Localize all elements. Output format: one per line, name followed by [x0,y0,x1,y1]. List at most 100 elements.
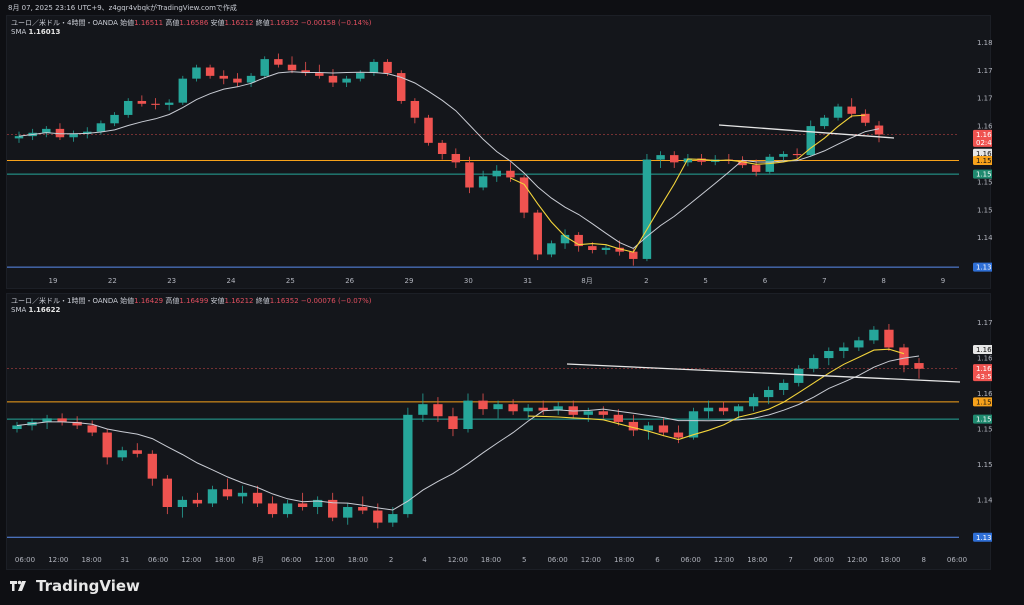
x-axis-tick: 12:00 [181,556,201,564]
y-axis-tick: 1.14500 [977,496,992,504]
candle-body [207,489,218,504]
x-axis-tick: 29 [405,277,414,285]
price-tag-text: 1.15640 [976,171,992,179]
y-axis-tick: 1.15000 [977,206,992,214]
candle-body [765,156,775,172]
candle-body [583,411,593,415]
candle-body [42,418,52,422]
candle-body [132,450,142,454]
open-value: 1.16511 [134,19,164,27]
x-axis-tick: 30 [464,277,473,285]
candle-body [794,368,804,383]
y-axis-tick: 1.16500 [977,355,992,363]
x-axis-tick: 6 [655,556,660,564]
candle-body [274,59,283,65]
candle-body [410,100,420,118]
x-axis-tick: 18:00 [614,556,634,564]
candle-body [642,159,652,259]
candle-body [493,404,503,410]
candle-body [628,421,639,431]
x-axis-tick: 31 [523,277,532,285]
sma-legend-1h[interactable]: SMA 1.16622 [11,306,60,314]
candle-body [718,407,729,412]
yellow-curve [528,348,905,441]
sma-legend-4h[interactable]: SMA 1.16013 [11,28,60,36]
sma-line [16,355,920,511]
candle-body [673,432,684,438]
x-axis-tick: 8 [881,277,885,285]
candle-body [388,514,398,523]
x-axis-tick: 12:00 [448,556,468,564]
x-axis-tick: 7 [788,556,792,564]
chart-canvas-1h[interactable]: 1.17000 1.16500 1.16000 1.15500 1.15000 1.145… [7,294,992,571]
candle-body [656,155,665,160]
x-axis-tick: 7 [822,277,826,285]
candle-body [869,329,879,341]
tradingview-logo-icon [10,580,26,591]
price-tag-text: 1.15883 [976,398,992,406]
x-axis-tick: 4 [422,556,427,564]
candle-body [260,59,269,76]
candle-body [588,246,597,250]
candle-body [178,78,188,103]
candle-body [252,492,263,504]
candle-body [751,165,761,172]
candle-body [779,382,789,390]
candle-body [383,61,392,74]
candle-body [874,125,884,135]
candle-body [463,400,473,429]
candle-body [914,363,924,369]
x-axis-tick: 31 [120,556,129,564]
candle-body [613,414,623,422]
candle-body [703,407,714,412]
countdown-text: 43:53 [976,373,992,381]
x-axis-tick: 12:00 [48,556,68,564]
chart-pane-1h[interactable]: ユーロ／米ドル・1時間・OANDA 始値1.16429 高値1.16499 安値… [6,293,992,571]
low-label: 安値 [210,19,225,27]
candle-body [643,425,654,431]
x-axis-tick: 12:00 [581,556,601,564]
candle-body [492,170,502,177]
x-axis-tick: 06:00 [148,556,168,564]
close-value: 1.16352 [269,297,299,305]
x-axis-tick: 18:00 [747,556,767,564]
candle-body [418,404,428,415]
y-axis-tick: 1.15000 [977,461,992,469]
x-axis-tick: 2 [644,277,648,285]
candle-body [506,170,515,178]
candle-body [12,425,22,429]
x-axis-tick: 06:00 [15,556,35,564]
candle-body [343,507,353,518]
candle-body [219,75,228,79]
candle-body [820,117,829,127]
x-axis-tick: 06:00 [814,556,834,564]
sma-value: 1.16622 [28,306,61,314]
candle-body [478,400,488,410]
chart-pane-4h[interactable]: ユーロ／米ドル・4時間・OANDA 始値1.16511 高値1.16586 安値… [6,15,992,290]
tradingview-brand[interactable]: TradingView [8,577,140,595]
x-axis-tick: 8 [921,556,925,564]
candle-body [670,155,679,163]
candle-body [448,416,458,429]
candle-body [748,397,759,407]
candle-body [824,351,834,359]
x-axis-tick: 19 [49,277,58,285]
x-axis-tick: 18:00 [215,556,235,564]
candle-body [478,176,488,188]
candle-body [899,347,909,366]
change-value: −0.00158 (−0.14%) [300,19,372,27]
high-label: 高値 [165,19,180,27]
candle-body [369,61,379,74]
candle-body [809,358,819,369]
y-axis-tick: 1.14500 [977,234,992,242]
x-axis-tick: 26 [345,277,354,285]
y-axis-tick: 1.17500 [977,67,992,75]
high-value: 1.16586 [179,19,209,27]
close-label: 終値 [255,19,270,27]
candle-body [96,123,106,132]
low-value: 1.16212 [224,19,254,27]
candle-body [373,510,383,523]
candle-body [222,489,233,497]
chart-canvas-4h[interactable]: 1.18000 1.17500 1.17000 1.16500 1.15500 1.150… [7,16,992,290]
candle-body [177,499,188,507]
